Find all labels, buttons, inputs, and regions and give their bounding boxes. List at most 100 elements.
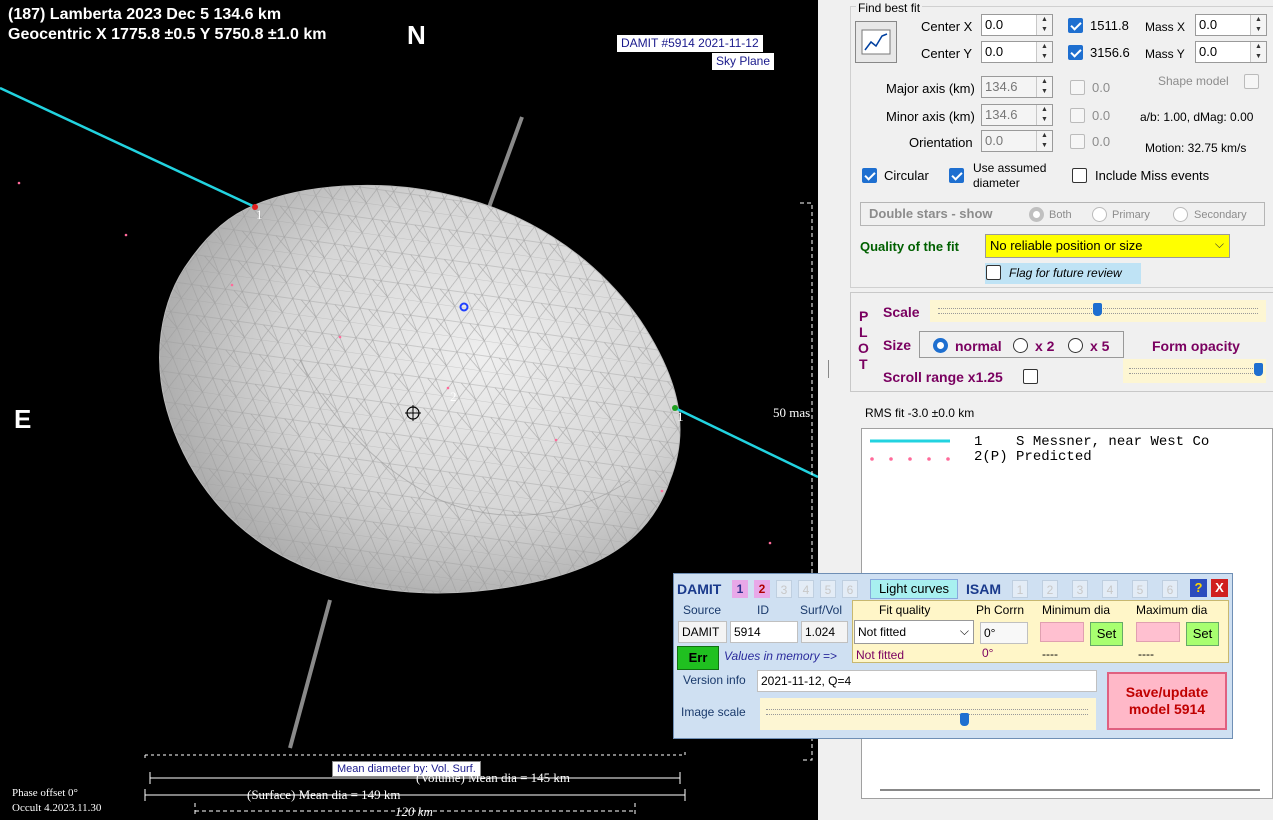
quality-select[interactable]: No reliable position or size ⌵: [985, 234, 1230, 258]
light-curves-button[interactable]: Light curves: [870, 579, 958, 599]
orientation-label: Orientation: [909, 135, 973, 150]
max-dia-field[interactable]: [1136, 622, 1180, 642]
version-label: Occult 4.2023.11.30: [12, 802, 102, 814]
mass-y-input[interactable]: 0.0 ▲ ▼: [1195, 41, 1267, 63]
plot-letter-l: L: [859, 324, 868, 340]
isam-model-1[interactable]: 1: [1012, 580, 1028, 598]
find-best-fit-button[interactable]: [855, 21, 897, 63]
memory-min-dia: ----: [1042, 647, 1058, 661]
double-secondary-radio[interactable]: [1173, 207, 1188, 222]
double-primary-radio[interactable]: [1092, 207, 1107, 222]
size-x2-radio[interactable]: [1013, 338, 1028, 353]
double-primary-label: Primary: [1112, 209, 1150, 221]
chord-1-label-b: 1: [677, 409, 684, 424]
fit-quality-select[interactable]: Not fitted ⌵: [854, 620, 974, 644]
center-x-checkbox[interactable]: [1068, 18, 1083, 33]
horizontal-scrollbar[interactable]: [880, 789, 1260, 791]
km-scale-label: 120 km: [395, 804, 433, 819]
err-button[interactable]: Err: [677, 646, 719, 670]
plot-letter-p: P: [859, 308, 869, 324]
include-miss-label: Include Miss events: [1095, 168, 1210, 183]
fit-quality-header: Fit quality: [879, 603, 931, 617]
damit-model-5[interactable]: 5: [820, 580, 836, 598]
assumed-diameter-checkbox[interactable]: [949, 168, 964, 183]
plot-letter-t: T: [859, 356, 868, 372]
sky-plane-tag: Sky Plane: [712, 53, 775, 70]
mass-y-label: Mass Y: [1145, 47, 1185, 61]
memory-max-dia: ----: [1138, 647, 1154, 661]
chevron-down-icon: ⌵: [1214, 237, 1224, 251]
double-stars-label: Double stars - show: [869, 206, 993, 221]
mass-x-input[interactable]: 0.0 ▲ ▼: [1195, 14, 1267, 36]
volume-diameter-label: (Volume) Mean dia = 145 km: [416, 770, 571, 785]
isam-model-2[interactable]: 2: [1042, 580, 1058, 598]
damit-model-4[interactable]: 4: [798, 580, 814, 598]
help-button[interactable]: ?: [1190, 579, 1207, 597]
assumed-diameter-label: Use assumed diameter: [973, 161, 1047, 190]
asteroid-shape-model: [159, 184, 681, 594]
source-field: DAMIT: [678, 621, 727, 643]
isam-model-6[interactable]: 6: [1162, 580, 1178, 598]
legend-swatches: [870, 439, 950, 461]
center-x-input[interactable]: 0.0 ▲ ▼: [981, 14, 1053, 36]
min-dia-field[interactable]: [1040, 622, 1084, 642]
size-normal-radio[interactable]: [933, 338, 948, 353]
set-max-dia-button[interactable]: Set: [1186, 622, 1219, 646]
damit-model-1[interactable]: 1: [732, 580, 748, 598]
include-miss-checkbox[interactable]: [1072, 168, 1087, 183]
center-x-label: Center X: [921, 19, 973, 34]
shape-model-checkbox[interactable]: [1244, 74, 1259, 89]
damit-panel: DAMIT 1 2 3 4 5 6 Light curves ISAM 1 2 …: [673, 573, 1233, 739]
phase-offset-label: Phase offset 0°: [12, 787, 78, 799]
surf-vol-field: 1.024: [801, 621, 848, 643]
major-axis-input[interactable]: 134.6 ▲ ▼: [981, 76, 1053, 98]
orientation-checkbox[interactable]: [1070, 134, 1085, 149]
scroll-range-checkbox[interactable]: [1023, 369, 1038, 384]
chord-1-label-a: 1: [256, 207, 263, 222]
damit-model-3[interactable]: 3: [776, 580, 792, 598]
double-both-radio[interactable]: [1029, 207, 1044, 222]
center-y-checkbox[interactable]: [1068, 45, 1083, 60]
surface-diameter-label: (Surface) Mean dia = 149 km: [247, 787, 401, 802]
set-min-dia-button[interactable]: Set: [1090, 622, 1123, 646]
image-scale-label: Image scale: [681, 705, 746, 719]
plot-geocentric: Geocentric X 1775.8 ±0.5 Y 5750.8 ±1.0 k…: [8, 26, 327, 43]
id-field[interactable]: 5914: [730, 621, 798, 643]
close-button[interactable]: X: [1211, 579, 1228, 597]
east-label: E: [14, 404, 32, 434]
minor-axis-input[interactable]: 134.6 ▲ ▼: [981, 104, 1053, 126]
spin-axis-top: [486, 116, 524, 211]
source-header: Source: [683, 603, 722, 617]
quality-select-value: No reliable position or size: [990, 238, 1143, 253]
isam-model-3[interactable]: 3: [1072, 580, 1088, 598]
size-label: Size: [883, 337, 912, 353]
image-scale-slider[interactable]: [760, 698, 1096, 730]
legend-item: 1 S Messner, near West Co: [974, 434, 1210, 450]
circular-checkbox[interactable]: [862, 168, 877, 183]
minor-axis-checkbox[interactable]: [1070, 108, 1085, 123]
isam-model-4[interactable]: 4: [1102, 580, 1118, 598]
minor-axis-fit-value: 0.0: [1092, 108, 1111, 123]
minimum-dia-header: Minimum dia: [1042, 603, 1111, 617]
damit-model-2[interactable]: 2: [754, 580, 770, 598]
chevron-down-icon: ⌵: [959, 624, 969, 638]
id-header: ID: [757, 603, 769, 617]
values-in-memory-label: Values in memory =>: [724, 649, 837, 663]
size-x5-radio[interactable]: [1068, 338, 1083, 353]
isam-label: ISAM: [966, 581, 1001, 597]
save-update-model-button[interactable]: Save/update model 5914: [1107, 672, 1227, 730]
quality-label: Quality of the fit: [860, 239, 959, 254]
splitter-handle[interactable]: [828, 360, 829, 378]
plot-letter-o: O: [858, 340, 869, 356]
chord-line-1a: [0, 86, 256, 209]
orientation-input[interactable]: 0.0 ▲ ▼: [981, 130, 1053, 152]
center-y-input[interactable]: 0.0 ▲ ▼: [981, 41, 1053, 63]
damit-model-6[interactable]: 6: [842, 580, 858, 598]
ph-corrn-field: 0°: [980, 622, 1028, 644]
form-opacity-slider[interactable]: [1123, 359, 1266, 383]
isam-model-5[interactable]: 5: [1132, 580, 1148, 598]
flag-review-checkbox[interactable]: [986, 265, 1001, 280]
north-label: N: [407, 20, 426, 50]
major-axis-checkbox[interactable]: [1070, 80, 1085, 95]
scale-slider[interactable]: [930, 300, 1266, 322]
